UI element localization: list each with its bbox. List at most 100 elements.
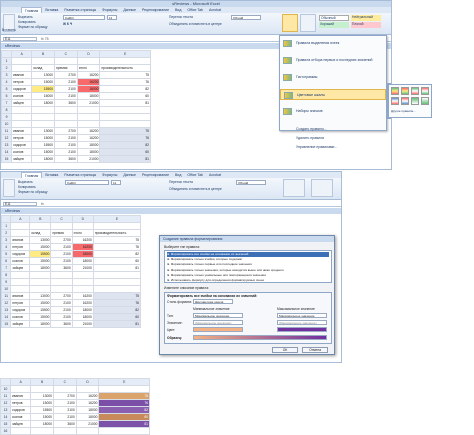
cell[interactable]: [31, 57, 56, 65]
cell[interactable]: козлов: [10, 413, 32, 421]
cell[interactable]: [76, 106, 101, 114]
cell[interactable]: сидоров: [10, 250, 31, 258]
cell[interactable]: 76: [98, 399, 150, 407]
worksheet-grid-2[interactable]: A B C D E 1 2 оклад премия итого производительност…: [1, 215, 142, 328]
cell[interactable]: 82: [98, 406, 150, 414]
bold-button[interactable]: Ж К Ч: [63, 22, 72, 26]
cell[interactable]: [99, 120, 151, 128]
cell[interactable]: 15000: [30, 413, 55, 421]
cell[interactable]: 18000: [75, 406, 100, 414]
cell[interactable]: 16200: [75, 392, 100, 400]
column-header[interactable]: B: [29, 215, 52, 223]
cell[interactable]: 15500: [29, 306, 52, 314]
cell[interactable]: [71, 278, 94, 286]
row-header[interactable]: 12: [0, 399, 12, 407]
cell[interactable]: [11, 57, 33, 65]
row-header[interactable]: 12: [1, 134, 13, 142]
color-scale-3[interactable]: [411, 87, 419, 95]
cell[interactable]: 18000: [71, 250, 94, 258]
cell[interactable]: 2700: [50, 236, 73, 244]
cell[interactable]: [54, 120, 78, 128]
cell[interactable]: [54, 106, 78, 114]
font-size-select-2[interactable]: 11: [111, 180, 121, 185]
cell[interactable]: сидоров: [11, 141, 33, 149]
row-header[interactable]: 8: [1, 106, 13, 114]
cell[interactable]: [11, 120, 33, 128]
cell[interactable]: 81: [92, 320, 142, 328]
cell[interactable]: 15000: [31, 148, 56, 156]
cell[interactable]: 18000: [29, 320, 52, 328]
cell[interactable]: [71, 271, 94, 279]
cell[interactable]: 16200: [71, 299, 94, 307]
format-as-table-button[interactable]: [300, 14, 316, 32]
cell[interactable]: [54, 113, 78, 121]
cell[interactable]: 2700: [53, 392, 77, 400]
cell[interactable]: 18000: [71, 257, 94, 265]
cell[interactable]: [99, 57, 151, 65]
row-header[interactable]: 14: [1, 148, 13, 156]
cell[interactable]: зайцев: [11, 155, 33, 163]
cell[interactable]: 18000: [30, 420, 55, 428]
style-neutral[interactable]: Нейтральный: [351, 15, 381, 21]
cell[interactable]: иванов: [11, 71, 33, 79]
cell[interactable]: сидоров: [10, 406, 32, 414]
cell[interactable]: козлов: [10, 313, 31, 321]
style-select[interactable]: Двухцветная шкала: [193, 299, 233, 304]
cell[interactable]: иванов: [11, 127, 33, 135]
row-header[interactable]: 5: [1, 85, 13, 93]
cell[interactable]: 3600: [50, 320, 73, 328]
cell[interactable]: [31, 120, 56, 128]
cell[interactable]: [29, 285, 52, 293]
merge-center-button[interactable]: Объединить и поместить в центре: [169, 22, 222, 26]
format-painter-button-2[interactable]: Формат по образцу: [18, 190, 48, 194]
format-painter-button[interactable]: Формат по образцу: [18, 25, 48, 29]
color-scale-2[interactable]: [401, 87, 409, 95]
max-value-input[interactable]: (Максимальное значение): [277, 320, 327, 325]
cell[interactable]: 2100: [53, 413, 77, 421]
rule-type-list[interactable]: ► Форматировать все ячейки на основании …: [164, 250, 332, 283]
column-header[interactable]: D: [71, 215, 94, 223]
cell[interactable]: итого: [71, 229, 94, 237]
cell[interactable]: 60: [92, 257, 142, 265]
conditional-format-button-2[interactable]: [283, 179, 305, 197]
row-header[interactable]: 10: [1, 120, 13, 128]
copy-button-2[interactable]: Копировать: [18, 185, 36, 189]
cell[interactable]: [11, 64, 33, 72]
cell[interactable]: [50, 285, 73, 293]
cell[interactable]: [76, 57, 101, 65]
cell[interactable]: 18000: [76, 141, 101, 149]
cell[interactable]: 18000: [75, 413, 100, 421]
workbook-tab-2[interactable]: sReviews: [1, 208, 341, 214]
row-header[interactable]: 11: [1, 127, 13, 135]
number-format-select[interactable]: Общий: [231, 15, 261, 20]
cell[interactable]: 2100: [50, 306, 73, 314]
min-type-select[interactable]: Минимальное значение: [193, 313, 243, 318]
cell[interactable]: производительность: [99, 64, 151, 72]
max-type-select[interactable]: Максимальное значение: [277, 313, 327, 318]
cell[interactable]: 21000: [76, 155, 101, 163]
cell[interactable]: 16200: [76, 71, 101, 79]
row-header[interactable]: 8: [1, 271, 12, 279]
column-header[interactable]: B: [30, 378, 55, 386]
cell[interactable]: 76: [99, 78, 151, 86]
cell[interactable]: [10, 229, 31, 237]
row-header[interactable]: 1: [1, 222, 12, 230]
row-header[interactable]: 6: [1, 257, 12, 265]
cell[interactable]: зайцев: [10, 320, 31, 328]
cell[interactable]: 60: [99, 148, 151, 156]
menu-item-3[interactable]: Цветовые шкалы: [280, 89, 386, 100]
row-header[interactable]: 7: [1, 264, 12, 272]
cell[interactable]: козлов: [11, 92, 33, 100]
cell[interactable]: [76, 120, 101, 128]
row-header[interactable]: 13: [1, 141, 13, 149]
merge-center-button-2[interactable]: Объединить и поместить в центре: [169, 187, 222, 191]
cell[interactable]: иванов: [10, 236, 31, 244]
cell[interactable]: 2100: [53, 406, 77, 414]
cell[interactable]: козлов: [11, 148, 33, 156]
cell[interactable]: [92, 278, 142, 286]
cell[interactable]: 75: [92, 292, 142, 300]
cut-button[interactable]: Вырезать: [18, 15, 33, 19]
cell[interactable]: [71, 285, 94, 293]
cell[interactable]: 15000: [31, 92, 56, 100]
cell[interactable]: петров: [11, 78, 33, 86]
